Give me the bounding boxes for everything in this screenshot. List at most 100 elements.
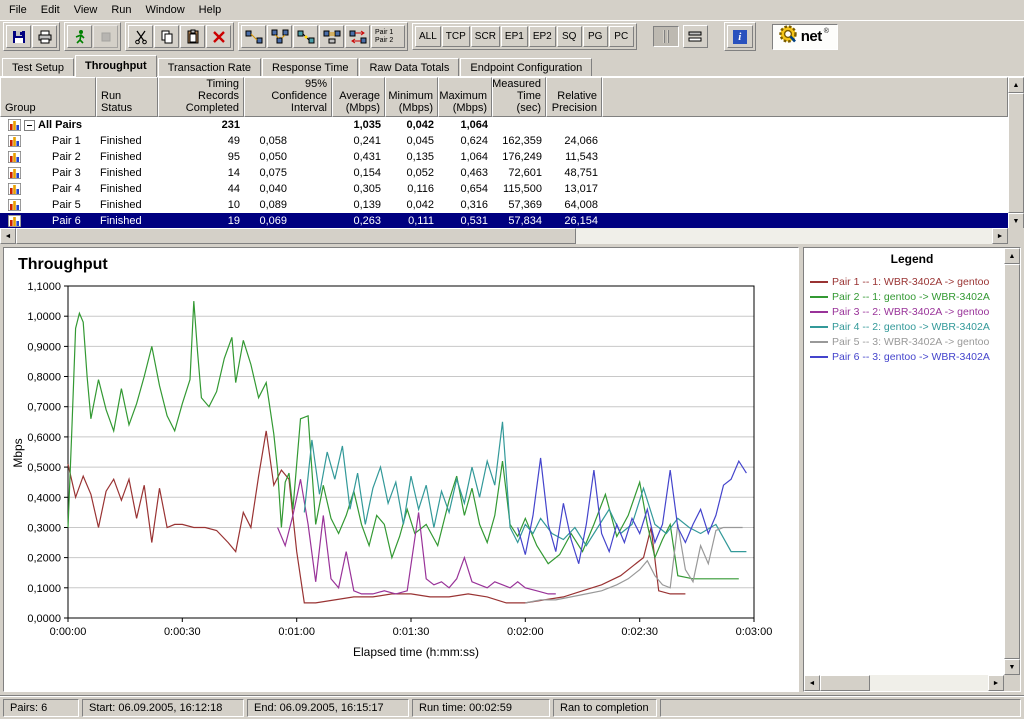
column-header-group[interactable]: Group [0,77,96,117]
legend-vertical-scrollbar[interactable]: ▲ ▼ [1004,248,1020,675]
scroll-thumb-horizontal[interactable] [16,228,576,244]
legend-scrollbar-corner [1004,675,1020,691]
cell-minimum: 0,052 [385,165,438,181]
run-icon [72,29,88,45]
scroll-track[interactable] [576,228,992,244]
legend-entry-pair-2[interactable]: Pair 2 -- 1: gentoo -> WBR-3402A [810,289,1000,304]
legend-horizontal-scrollbar[interactable]: ◄ ► [804,675,1004,691]
cell-minimum: 0,135 [385,149,438,165]
info-button[interactable]: i [727,25,753,48]
filter-tcp-button[interactable]: TCP [442,26,470,47]
legend-scroll-thumb[interactable] [1004,264,1020,659]
pair-chart-icon [8,199,21,211]
legend-entry-label: Pair 1 -- 1: WBR-3402A -> gentoo [832,276,989,288]
menu-file[interactable]: File [2,2,34,19]
tab-throughput[interactable]: Throughput [75,55,157,77]
cell-confidence-interval: 0,058 [244,133,332,149]
tab-endpoint-configuration[interactable]: Endpoint Configuration [460,58,592,77]
connect-pair-button[interactable] [319,25,344,48]
window-split-button[interactable] [683,25,708,48]
cell-confidence-interval: 0,089 [244,197,332,213]
legend-entry-pair-3[interactable]: Pair 3 -- 2: WBR-3402A -> gentoo [810,304,1000,319]
cell-group: Pair 5 [0,197,96,213]
save-button[interactable] [6,25,31,48]
tab-transaction-rate[interactable]: Transaction Rate [158,58,261,77]
scroll-left-button[interactable]: ◄ [0,228,16,244]
run-button[interactable] [67,25,92,48]
legend-scroll-up-button[interactable]: ▲ [1004,248,1020,264]
legend-entry-pair-1[interactable]: Pair 1 -- 1: WBR-3402A -> gentoo [810,274,1000,289]
scroll-right-button[interactable]: ► [992,228,1008,244]
legend-scroll-left-button[interactable]: ◄ [804,675,820,691]
cell-timing-records: 19 [158,213,244,229]
tab-raw-data-totals[interactable]: Raw Data Totals [359,58,459,77]
table-horizontal-scrollbar[interactable]: ◄ ► [0,228,1008,244]
cell-minimum: 0,045 [385,133,438,149]
pair-chart-icon [8,215,21,227]
legend-line-sample [810,311,828,313]
cell-minimum: 0,042 [385,197,438,213]
legend-scroll-down-button[interactable]: ▼ [1004,659,1020,675]
pair-selector-button[interactable]: Pair 1 Pair 2 [371,25,405,48]
menu-view[interactable]: View [67,2,105,19]
table-row-pair-5[interactable]: Pair 5Finished100,0890,1390,0420,31657,3… [0,197,1024,213]
scroll-thumb[interactable] [1008,93,1024,213]
filter-ep2-button[interactable]: EP2 [529,26,556,47]
filter-ep1-button[interactable]: EP1 [501,26,528,47]
filter-pc-button[interactable]: PC [609,26,634,47]
filter-sq-button[interactable]: SQ [557,26,582,47]
copy-button[interactable] [154,25,179,48]
table-vertical-scrollbar[interactable]: ▲ ▼ [1008,77,1024,229]
edit-pair-icon [297,29,315,45]
scroll-down-button[interactable]: ▼ [1008,213,1024,229]
collapse-toggle-icon[interactable] [24,120,35,131]
table-row-pair-1[interactable]: Pair 1Finished490,0580,2410,0450,624162,… [0,133,1024,149]
menu-help[interactable]: Help [192,2,229,19]
table-row-pair-3[interactable]: Pair 3Finished140,0750,1540,0520,46372,6… [0,165,1024,181]
column-header-run-status[interactable]: Run Status [96,77,158,117]
filter-all-button[interactable]: ALL [415,26,441,47]
legend-entry-pair-4[interactable]: Pair 4 -- 2: gentoo -> WBR-3402A [810,319,1000,334]
table-row-all-pairs[interactable]: All Pairs2311,0350,0421,064 [0,117,1024,133]
cut-button[interactable] [128,25,153,48]
column-header-average-mbps[interactable]: Average(Mbps) [332,77,385,117]
table-row-pair-4[interactable]: Pair 4Finished440,0400,3050,1160,654115,… [0,181,1024,197]
swap-pair-icon [349,29,367,45]
paste-button[interactable] [180,25,205,48]
legend-entry-pair-5[interactable]: Pair 5 -- 3: WBR-3402A -> gentoo [810,334,1000,349]
swap-pair-button[interactable] [345,25,370,48]
filter-scr-button[interactable]: SCR [471,26,500,47]
add-group-button[interactable] [267,25,292,48]
menu-run[interactable]: Run [104,2,138,19]
print-button[interactable] [32,25,57,48]
filter-pg-button[interactable]: PG [583,26,608,47]
column-header-95-confidence-interval[interactable]: 95% ConfidenceInterval [244,77,332,117]
column-header-maximum-mbps[interactable]: Maximum(Mbps) [438,77,492,117]
edit-pair-button[interactable] [293,25,318,48]
column-header-minimum-mbps[interactable]: Minimum(Mbps) [385,77,438,117]
add-pair-button[interactable] [241,25,266,48]
cell-minimum: 0,111 [385,213,438,229]
table-row-pair-6[interactable]: Pair 6Finished190,0690,2630,1110,53157,8… [0,213,1024,229]
legend-entry-pair-6[interactable]: Pair 6 -- 3: gentoo -> WBR-3402A [810,349,1000,364]
stop-icon [98,29,114,45]
menu-edit[interactable]: Edit [34,2,67,19]
tab-test-setup[interactable]: Test Setup [2,58,74,77]
delete-button[interactable] [206,25,231,48]
cell-timing-records: 231 [158,117,244,133]
column-header-timing-records-completed[interactable]: Timing RecordsCompleted [158,77,244,117]
chart-y-axis-label: Mbps [11,423,25,483]
legend-scroll-thumb-horizontal[interactable] [820,675,870,691]
legend-scroll-track[interactable] [870,675,988,691]
legend-line-sample [810,281,828,283]
column-header-measured-time-sec[interactable]: MeasuredTime (sec) [492,77,546,117]
column-header-relative-precision[interactable]: RelativePrecision [546,77,602,117]
group-label: Pair 6 [52,213,81,229]
tab-response-time[interactable]: Response Time [262,58,358,77]
legend-scroll-right-button[interactable]: ► [988,675,1004,691]
toolbar-grip-control[interactable] [653,26,679,47]
legend-panel: Legend Pair 1 -- 1: WBR-3402A -> gentooP… [803,247,1021,692]
scroll-up-button[interactable]: ▲ [1008,77,1024,93]
menu-window[interactable]: Window [139,2,192,19]
table-row-pair-2[interactable]: Pair 2Finished950,0500,4310,1351,064176,… [0,149,1024,165]
